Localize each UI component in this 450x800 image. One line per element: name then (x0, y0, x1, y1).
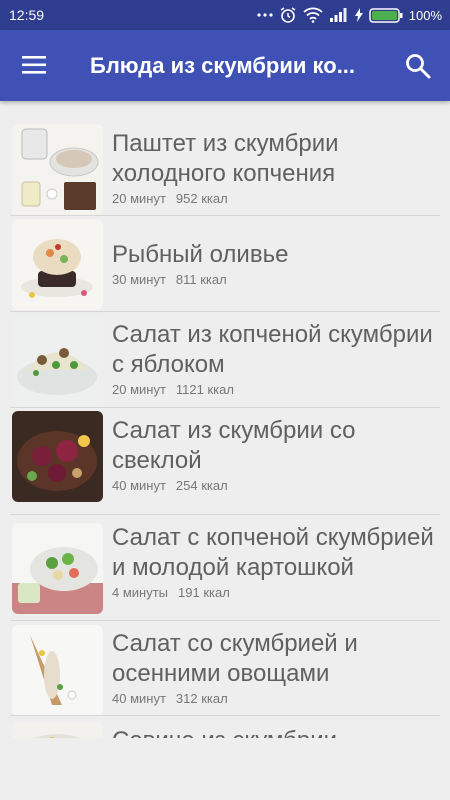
recipe-time: 40 минут (112, 691, 166, 706)
recipe-meta: 30 минут 811 ккал (112, 272, 442, 287)
recipe-time: 20 минут (112, 382, 166, 397)
recipe-time: 40 минут (112, 478, 166, 493)
recipe-list[interactable]: Паштет из скумбрии холодного копчения 20… (0, 121, 450, 738)
recipe-meta: 20 минут 1121 ккал (112, 382, 442, 397)
recipe-thumbnail (12, 523, 103, 614)
recipe-text: Салат из скумбрии со свеклой 40 минут 254… (112, 416, 442, 493)
search-button[interactable] (404, 52, 432, 80)
recipe-text: Севиче из скумбрии (112, 726, 442, 738)
recipe-thumbnail (12, 315, 103, 406)
recipe-text: Рыбный оливье 30 минут 811 ккал (112, 240, 442, 287)
list-item[interactable]: Паштет из скумбрии холодного копчения 20… (0, 121, 450, 216)
battery-icon (369, 7, 403, 23)
recipe-name: Салат с копченой скумбрией и молодой кар… (112, 524, 434, 581)
recipe-kcal: 1121 ккал (175, 382, 234, 397)
recipe-text: Салат со скумбрией и осенними овощами 40… (112, 629, 442, 706)
recipe-time: 4 минуты (112, 585, 169, 600)
status-time: 12:59 (9, 7, 45, 23)
recipe-time: 30 минут (112, 272, 166, 287)
recipe-name: Севиче из скумбрии (112, 726, 442, 738)
recipe-thumbnail (12, 219, 103, 310)
recipe-meta: 20 минут 952 ккал (112, 191, 442, 206)
recipe-text: Паштет из скумбрии холодного копчения 20… (112, 129, 442, 206)
recipe-text: Салат с копченой скумбрией и молодой кар… (112, 523, 442, 600)
signal-icon (329, 8, 347, 22)
recipe-thumbnail (12, 124, 103, 215)
recipe-kcal: 312 ккал (175, 691, 228, 706)
recipe-text: Салат из копченой скумбрии с яблоком 20 … (112, 320, 442, 397)
list-item[interactable]: Рыбный оливье 30 минут 811 ккал (0, 216, 450, 312)
list-item[interactable]: Салат со скумбрией и осенними овощами 40… (0, 621, 450, 716)
search-icon (406, 54, 431, 79)
list-item[interactable]: Севиче из скумбрии (0, 716, 450, 738)
recipe-time: 20 минут (112, 191, 166, 206)
list-item[interactable]: Салат с копченой скумбрией и молодой кар… (0, 515, 450, 621)
recipe-name: Салат со скумбрией и осенними овощами (112, 630, 358, 687)
recipe-kcal: 191 ккал (178, 585, 230, 600)
recipe-name: Салат из скумбрии со свеклой (112, 417, 356, 474)
recipe-name: Рыбный оливье (112, 241, 289, 268)
recipe-meta: 40 минут 254 ккал (112, 478, 442, 493)
list-item[interactable]: Салат из скумбрии со свеклой 40 минут 254… (0, 408, 450, 515)
more-dots-icon (257, 13, 273, 17)
status-icons: 100% (257, 6, 442, 24)
status-bar: 12:59 100% (0, 0, 450, 30)
recipe-thumbnail (12, 722, 103, 738)
recipe-name: Салат из копченой скумбрии с яблоком (112, 321, 433, 378)
charging-icon (354, 8, 363, 22)
recipe-name: Паштет из скумбрии холодного копчения (112, 130, 339, 187)
recipe-kcal: 811 ккал (175, 272, 227, 287)
wifi-icon (303, 7, 323, 23)
battery-percent: 100% (408, 7, 442, 23)
recipe-thumbnail (12, 625, 103, 716)
recipe-meta: 4 минуты 191 ккал (112, 585, 442, 600)
app-bar: Блюда из скумбрии ко... (0, 30, 450, 101)
list-item[interactable]: Салат из копченой скумбрии с яблоком 20 … (0, 312, 450, 408)
recipe-kcal: 952 ккал (175, 191, 228, 206)
page-title: Блюда из скумбрии ко... (90, 53, 356, 78)
recipe-meta: 40 минут 312 ккал (112, 691, 442, 706)
recipe-thumbnail (12, 411, 103, 502)
menu-button[interactable] (22, 54, 48, 76)
recipe-kcal: 254 ккал (175, 478, 228, 493)
hamburger-icon (22, 56, 46, 74)
alarm-icon (280, 7, 296, 23)
